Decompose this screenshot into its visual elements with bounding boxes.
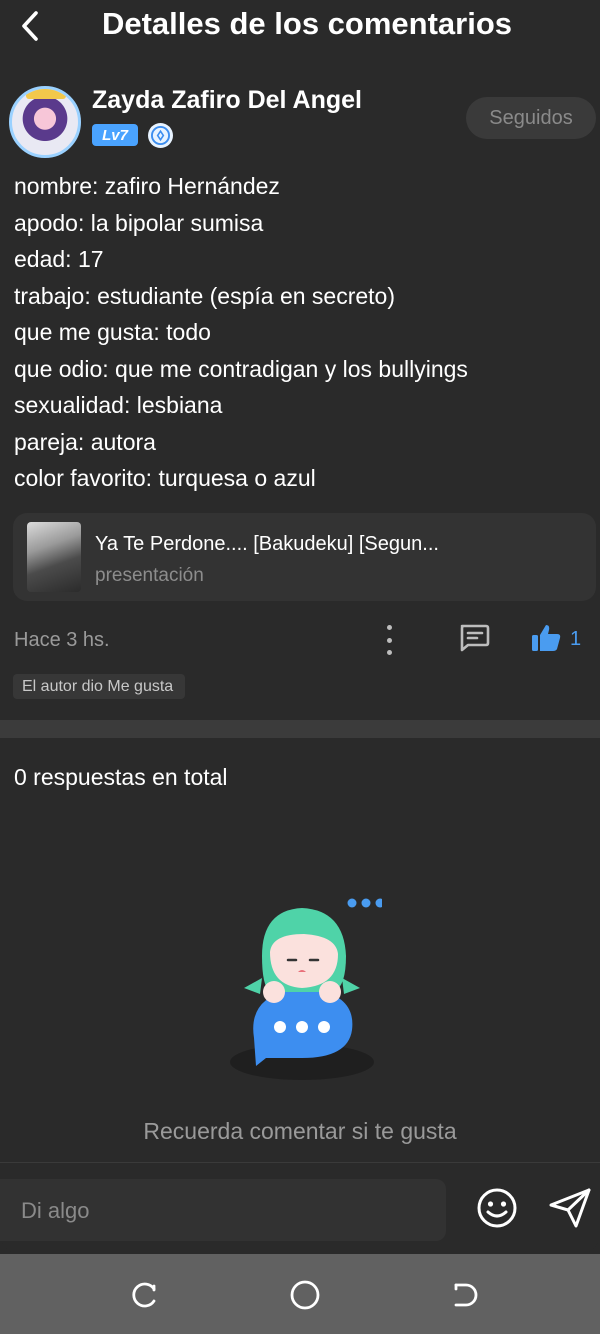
linked-post-title: Ya Te Perdone.... [Bakudeku] [Segun... bbox=[95, 533, 439, 555]
recent-apps-button[interactable] bbox=[128, 1278, 162, 1312]
following-button[interactable]: Seguidos bbox=[466, 97, 596, 139]
linked-post-thumbnail bbox=[27, 522, 81, 592]
linked-post-card[interactable]: Ya Te Perdone.... [Bakudeku] [Segun... p… bbox=[13, 513, 596, 601]
empty-state-illustration bbox=[222, 890, 385, 1090]
avatar-frame-badge bbox=[26, 89, 66, 99]
linked-post-subtitle: presentación bbox=[95, 565, 204, 586]
comment-input-placeholder: Di algo bbox=[21, 1198, 90, 1223]
bio-line: apodo: la bipolar sumisa bbox=[14, 209, 264, 236]
comment-body: nombre: zafiro Hernández apodo: la bipol… bbox=[14, 168, 589, 497]
comment-post: Zayda Zafiro Del Angel Lv7 Seguidos nomb… bbox=[0, 60, 600, 720]
timestamp: Hace 3 hs. bbox=[14, 629, 110, 651]
verified-icon bbox=[148, 123, 173, 148]
bio-line: que me gusta: todo bbox=[14, 319, 211, 345]
bio-line: que odio: que me contradigan y los bully… bbox=[14, 355, 468, 382]
bio-line: trabajo: estudiante (espía en secreto) bbox=[14, 282, 396, 309]
back-arrow-icon bbox=[454, 1283, 478, 1307]
bio-line: color favorito: turquesa o azul bbox=[14, 465, 316, 491]
send-button[interactable] bbox=[548, 1187, 592, 1234]
author-name[interactable]: Zayda Zafiro Del Angel bbox=[92, 86, 362, 115]
empty-state-text: Recuerda comentar si te gusta bbox=[143, 1118, 457, 1144]
top-bar: Detalles de los comentarios bbox=[0, 0, 600, 61]
bio-line: edad: 17 bbox=[14, 246, 104, 272]
bio-line: sexualidad: lesbiana bbox=[14, 392, 223, 418]
bio-line: nombre: zafiro Hernández bbox=[14, 173, 280, 199]
page-title: Detalles de los comentarios bbox=[101, 6, 513, 41]
system-navigation-bar bbox=[0, 1254, 600, 1334]
emoji-button[interactable] bbox=[476, 1187, 518, 1234]
like-button[interactable] bbox=[530, 623, 562, 658]
home-circle-icon bbox=[290, 1280, 320, 1310]
level-badge: Lv7 bbox=[92, 124, 138, 146]
more-options-icon[interactable] bbox=[381, 625, 397, 655]
home-button[interactable] bbox=[288, 1278, 322, 1312]
bio-line: pareja: autora bbox=[14, 428, 156, 455]
recent-apps-icon bbox=[132, 1282, 156, 1308]
emoji-icon bbox=[477, 1188, 517, 1228]
replies-count: 0 respuestas en total bbox=[14, 764, 228, 790]
avatar[interactable] bbox=[9, 86, 81, 158]
comment-composer: Di algo bbox=[0, 1162, 600, 1255]
author-liked-badge: El autor dio Me gusta bbox=[13, 674, 186, 699]
send-icon bbox=[549, 1188, 591, 1228]
section-divider bbox=[0, 720, 600, 738]
reply-icon[interactable] bbox=[458, 623, 490, 658]
back-nav-button[interactable] bbox=[448, 1278, 482, 1312]
thumbs-up-icon bbox=[532, 625, 561, 651]
like-count: 1 bbox=[570, 628, 582, 650]
comment-input[interactable]: Di algo bbox=[0, 1179, 446, 1241]
